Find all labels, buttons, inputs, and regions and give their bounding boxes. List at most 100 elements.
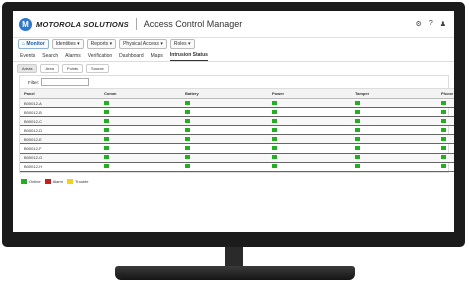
gear-icon[interactable]: ⚙: [416, 20, 422, 28]
subtab-area[interactable]: Area: [40, 63, 59, 73]
column-header[interactable]: Tamper: [351, 88, 437, 99]
status-table: PanelCommBatteryPowerTamperPhone Line B0…: [20, 88, 454, 172]
status-cell: [437, 107, 454, 118]
status-cell: [351, 116, 437, 127]
panel-name-cell: B00012-F: [20, 143, 100, 154]
status-cell: [100, 107, 181, 118]
status-indicator: [185, 164, 190, 169]
status-indicator: [185, 127, 190, 132]
subtab-points[interactable]: Points: [61, 63, 84, 73]
help-icon[interactable]: ?: [429, 20, 433, 28]
status-cell: [100, 153, 181, 163]
subtab-source[interactable]: Source: [86, 63, 109, 73]
status-cell: [268, 116, 351, 127]
column-header[interactable]: Panel: [20, 88, 100, 99]
filter-row: Filter:: [20, 76, 448, 88]
module-button[interactable]: Roles ▾: [169, 39, 195, 49]
status-cell: [437, 143, 454, 154]
status-cell: [437, 153, 454, 163]
status-indicator: [104, 164, 109, 169]
panel-name-cell: B00012-H: [20, 162, 100, 172]
legend-label: Online: [29, 179, 41, 184]
status-indicator: [441, 146, 446, 151]
status-indicator: [355, 127, 360, 132]
status-cell: [181, 116, 268, 127]
table-row[interactable]: B00012-G: [20, 153, 454, 163]
status-cell: [100, 98, 181, 109]
table-row[interactable]: B00012-H: [20, 162, 454, 172]
motorola-logo-icon: M: [19, 17, 32, 31]
status-cell: [181, 162, 268, 172]
status-cell: [351, 98, 437, 109]
module-button[interactable]: Physical Access ▾: [119, 39, 167, 49]
panel-name-cell: B00012-E: [20, 134, 100, 145]
table-row[interactable]: B00012-E: [20, 134, 454, 145]
table-row[interactable]: B00012-F: [20, 143, 454, 154]
filter-label: Filter:: [28, 79, 40, 85]
table-row[interactable]: B00012-C: [20, 116, 454, 127]
status-indicator: [355, 164, 360, 169]
filter-input[interactable]: [41, 78, 90, 86]
tab-search[interactable]: Search: [42, 53, 58, 61]
monitor-stand-neck: [225, 247, 243, 267]
status-legend: Online Alarm Trouble: [21, 179, 90, 184]
column-header[interactable]: Comm: [100, 88, 181, 99]
status-cell: [437, 116, 454, 127]
top-icons: ⚙ ? ♟: [416, 20, 446, 28]
status-indicator: [355, 118, 360, 123]
status-indicator: [185, 109, 190, 114]
status-indicator: [272, 146, 277, 151]
panel-name-cell: B00012-A: [20, 98, 100, 109]
column-header[interactable]: Power: [268, 88, 351, 99]
status-indicator: [104, 146, 109, 151]
tab-dashboard[interactable]: Dashboard: [119, 53, 143, 61]
user-icon[interactable]: ♟: [440, 20, 446, 28]
tab-alarms[interactable]: Alarms: [65, 53, 81, 61]
app-title: Access Control Manager: [143, 19, 243, 29]
status-cell: [351, 125, 437, 136]
status-indicator: [355, 146, 360, 151]
status-indicator: [441, 127, 446, 132]
tab-bar: Events Search Alarms Verification Dashboard M…: [13, 50, 454, 62]
module-button[interactable]: ⌂ Monitor: [18, 39, 49, 49]
table-row[interactable]: B00012-B: [20, 107, 454, 118]
column-header[interactable]: Phone Line: [437, 88, 454, 99]
status-indicator: [104, 136, 109, 141]
table-row[interactable]: B00012-A: [20, 98, 454, 109]
tab-events[interactable]: Events: [20, 53, 35, 61]
status-cell: [268, 143, 351, 154]
status-cell: [181, 107, 268, 118]
status-indicator: [441, 109, 446, 114]
tab-maps[interactable]: Maps: [151, 53, 163, 61]
status-cell: [437, 162, 454, 172]
status-cell: [181, 153, 268, 163]
panel-name-cell: B00012-G: [20, 153, 100, 163]
status-cell: [181, 143, 268, 154]
status-cell: [181, 134, 268, 145]
status-indicator: [104, 155, 109, 160]
module-button[interactable]: Reports ▾: [86, 39, 117, 49]
status-indicator: [441, 164, 446, 169]
status-indicator: [272, 164, 277, 169]
status-indicator: [185, 155, 190, 160]
status-indicator: [355, 136, 360, 141]
status-indicator: [355, 100, 360, 105]
status-indicator: [185, 100, 190, 105]
status-indicator: [272, 100, 277, 105]
subtab-bar: Areas Area Points Source: [13, 62, 454, 74]
status-cell: [100, 134, 181, 145]
status-indicator: [441, 155, 446, 160]
subtab-areas[interactable]: Areas: [17, 63, 38, 73]
status-indicator: [272, 155, 277, 160]
status-indicator: [272, 118, 277, 123]
table-row[interactable]: B00012-D: [20, 125, 454, 136]
status-indicator: [272, 136, 277, 141]
panel-name-cell: B00012-B: [20, 107, 100, 118]
tab-intrusion-status[interactable]: Intrusion Status: [169, 52, 208, 61]
tab-verification[interactable]: Verification: [88, 53, 112, 61]
module-button[interactable]: Identities ▾: [51, 39, 84, 49]
column-header[interactable]: Battery: [181, 88, 268, 99]
legend-swatch: [21, 179, 27, 184]
status-indicator: [104, 109, 109, 114]
status-cell: [268, 153, 351, 163]
